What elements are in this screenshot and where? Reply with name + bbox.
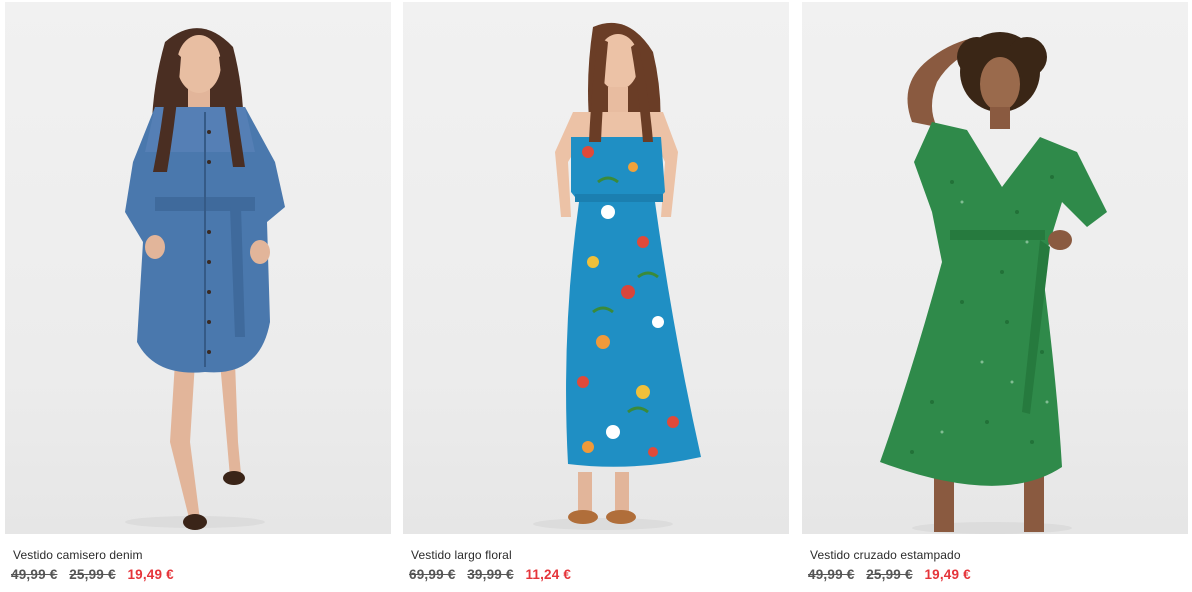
price-row: 49,99 € 25,99 € 19,49 € — [11, 567, 174, 582]
current-price: 11,24 € — [525, 567, 572, 582]
product-card[interactable]: Vestido camisero denim 49,99 € 25,99 € 1… — [5, 2, 391, 592]
product-image[interactable] — [403, 2, 789, 534]
previous-price: 25,99 € — [866, 567, 913, 582]
original-price: 49,99 € — [11, 567, 58, 582]
original-price: 49,99 € — [808, 567, 855, 582]
green-dress-illustration — [880, 32, 1107, 534]
previous-price: 25,99 € — [69, 567, 116, 582]
floral-dress-illustration — [533, 22, 701, 530]
product-name[interactable]: Vestido cruzado estampado — [810, 548, 961, 562]
original-price: 69,99 € — [409, 567, 456, 582]
denim-dress-illustration — [125, 28, 285, 530]
current-price: 19,49 € — [924, 567, 971, 582]
price-row: 69,99 € 39,99 € 11,24 € — [409, 567, 571, 582]
product-image[interactable] — [5, 2, 391, 534]
product-card[interactable]: Vestido largo floral 69,99 € 39,99 € 11,… — [403, 2, 789, 592]
product-card[interactable]: Vestido cruzado estampado 49,99 € 25,99 … — [802, 2, 1188, 592]
product-image[interactable] — [802, 2, 1188, 534]
price-row: 49,99 € 25,99 € 19,49 € — [808, 567, 971, 582]
product-grid: Vestido camisero denim 49,99 € 25,99 € 1… — [0, 0, 1192, 592]
product-name[interactable]: Vestido camisero denim — [13, 548, 143, 562]
current-price: 19,49 € — [127, 567, 174, 582]
product-name[interactable]: Vestido largo floral — [411, 548, 512, 562]
previous-price: 39,99 € — [467, 567, 514, 582]
